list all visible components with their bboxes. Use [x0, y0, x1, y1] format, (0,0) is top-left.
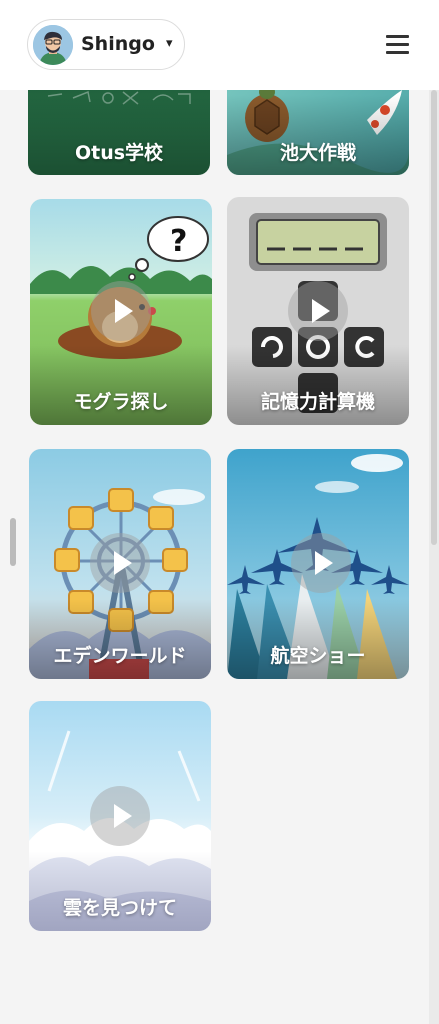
game-title: Otus学校: [74, 142, 164, 164]
top-header: Shingo ▾: [0, 0, 439, 90]
game-title: 雲を見つけて: [62, 897, 177, 919]
game-title: エデンワールド: [53, 645, 187, 667]
play-button-icon[interactable]: [90, 533, 150, 593]
svg-text:?: ?: [170, 224, 187, 259]
game-card-air-show[interactable]: 航空ショー: [227, 449, 409, 679]
play-button-icon[interactable]: [291, 533, 351, 593]
game-card-mole-search[interactable]: ? モグラ探し: [30, 199, 212, 425]
username-label: Shingo: [81, 33, 155, 55]
hamburger-menu-icon[interactable]: [386, 35, 410, 55]
game-title: モグラ探し: [73, 391, 169, 413]
vertical-scrollbar[interactable]: [429, 90, 439, 1024]
play-button-icon[interactable]: [91, 281, 151, 341]
game-title: 池大作戦: [279, 142, 356, 164]
chevron-down-icon: ▾: [166, 36, 173, 51]
game-title: 航空ショー: [270, 645, 366, 667]
scrollbar-thumb[interactable]: [431, 90, 437, 545]
user-menu-button[interactable]: Shingo ▾: [27, 19, 185, 70]
game-title: 記憶力計算機: [260, 391, 375, 413]
game-card-eden-world[interactable]: エデンワールド: [29, 449, 211, 679]
game-card-memory-calculator[interactable]: 記憶力計算機: [227, 197, 409, 425]
play-button-icon[interactable]: [288, 281, 348, 341]
user-avatar-icon: [33, 25, 73, 65]
play-button-icon[interactable]: [90, 786, 150, 846]
game-card-find-clouds[interactable]: 雲を見つけて: [29, 701, 211, 931]
side-drag-handle[interactable]: [10, 518, 16, 566]
